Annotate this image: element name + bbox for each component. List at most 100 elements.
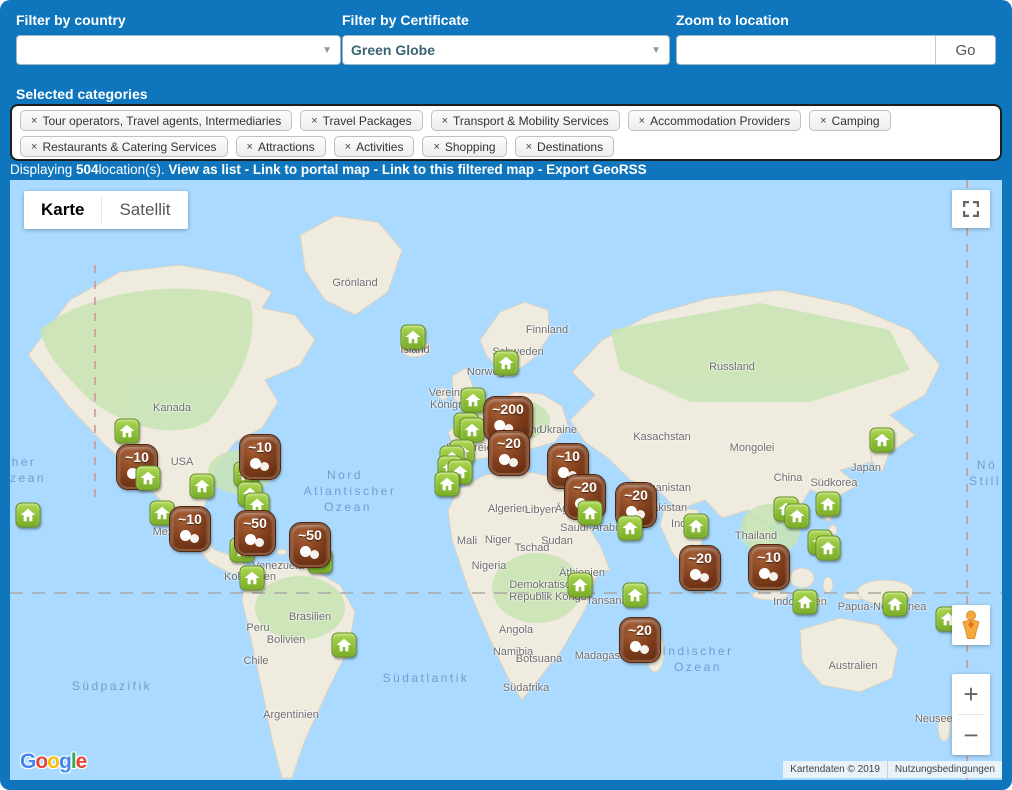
cluster-count-label: ~20: [628, 622, 652, 639]
location-marker[interactable]: [816, 536, 841, 561]
house-icon: [120, 425, 135, 438]
house-icon: [337, 639, 352, 652]
category-tag-label: Shopping: [445, 140, 496, 154]
remove-tag-icon[interactable]: ×: [526, 141, 532, 153]
remove-tag-icon[interactable]: ×: [442, 115, 448, 127]
category-tag[interactable]: × Transport & Mobility Services: [431, 110, 620, 131]
remove-tag-icon[interactable]: ×: [820, 115, 826, 127]
location-marker[interactable]: [870, 428, 895, 453]
location-marker[interactable]: [461, 388, 486, 413]
fullscreen-button[interactable]: [952, 190, 990, 228]
country-select[interactable]: ▼: [16, 35, 341, 65]
status-link[interactable]: Export GeoRSS: [546, 162, 647, 177]
location-marker[interactable]: [332, 633, 357, 658]
zoom-to-location-label: Zoom to location: [676, 12, 996, 28]
map-copyright: Kartendaten © 2019: [783, 761, 887, 778]
category-tag[interactable]: × Restaurants & Catering Services: [20, 136, 228, 157]
pegman-button[interactable]: [952, 605, 990, 645]
location-marker[interactable]: [883, 592, 908, 617]
category-tag[interactable]: ×Attractions: [236, 136, 326, 157]
zoom-control: + −: [952, 674, 990, 755]
location-marker[interactable]: [190, 474, 215, 499]
chevron-down-icon: ▼: [322, 45, 332, 56]
house-icon: [195, 480, 210, 493]
terms-of-use-link[interactable]: Nutzungsbedingungen: [887, 761, 1002, 778]
google-logo-letter: e: [76, 750, 87, 773]
cluster-count-label: ~20: [624, 487, 648, 504]
status-count: 504: [76, 162, 99, 177]
category-tag[interactable]: × Tour operators, Travel agents, Intermed…: [20, 110, 292, 131]
cluster-dots-icon: [700, 573, 709, 582]
cluster-count-label: ~10: [757, 549, 781, 566]
status-suffix: location(s).: [99, 162, 169, 177]
remove-tag-icon[interactable]: ×: [31, 141, 37, 153]
house-icon: [798, 596, 813, 609]
status-link[interactable]: Link to portal map: [253, 162, 370, 177]
category-tag[interactable]: ×Travel Packages: [300, 110, 422, 131]
location-marker[interactable]: [16, 503, 41, 528]
location-marker[interactable]: [578, 501, 603, 526]
category-tag[interactable]: × Accommodation Providers: [628, 110, 802, 131]
status-link[interactable]: Link to this filtered map: [382, 162, 534, 177]
status-link[interactable]: View as list: [168, 162, 241, 177]
location-marker[interactable]: [684, 514, 709, 539]
category-tag-label: Tour operators, Travel agents, Intermedi…: [42, 114, 281, 128]
cluster-marker[interactable]: ~20: [680, 546, 720, 590]
location-marker[interactable]: [623, 583, 648, 608]
location-marker[interactable]: [785, 504, 810, 529]
location-marker[interactable]: [115, 419, 140, 444]
cluster-dots-icon: [260, 462, 269, 471]
category-tag[interactable]: ×Activities: [334, 136, 415, 157]
house-icon: [406, 331, 421, 344]
cluster-marker[interactable]: ~20: [489, 431, 529, 475]
cluster-marker[interactable]: ~20: [620, 618, 660, 662]
category-tag[interactable]: × Shopping: [422, 136, 506, 157]
filters-row: Filter by country ▼ Filter by Certificat…: [10, 12, 1002, 72]
house-icon: [623, 522, 638, 535]
filter-country-label: Filter by country: [16, 12, 341, 28]
category-tag[interactable]: ×Camping: [809, 110, 890, 131]
category-tag[interactable]: × Destinations: [515, 136, 614, 157]
map-type-satellit-button[interactable]: Satellit: [102, 191, 187, 229]
location-marker[interactable]: [793, 590, 818, 615]
category-tag-label: Restaurants & Catering Services: [42, 140, 216, 154]
location-marker[interactable]: [240, 566, 265, 591]
house-icon: [888, 598, 903, 611]
google-logo[interactable]: Google: [20, 750, 86, 774]
go-button[interactable]: Go: [935, 36, 995, 64]
cluster-count-label: ~20: [688, 550, 712, 567]
zoom-out-button[interactable]: −: [952, 715, 990, 755]
remove-tag-icon[interactable]: ×: [433, 141, 439, 153]
remove-tag-icon[interactable]: ×: [345, 141, 351, 153]
certificate-select[interactable]: Green Globe ▼: [342, 35, 670, 65]
location-marker[interactable]: [494, 351, 519, 376]
cluster-marker[interactable]: ~50: [290, 523, 330, 567]
category-tag-label: Destinations: [537, 140, 603, 154]
remove-tag-icon[interactable]: ×: [31, 115, 37, 127]
category-tag-label: Accommodation Providers: [650, 114, 790, 128]
location-marker[interactable]: [136, 466, 161, 491]
cluster-marker[interactable]: ~10: [170, 507, 210, 551]
remove-tag-icon[interactable]: ×: [247, 141, 253, 153]
cluster-marker[interactable]: ~50: [235, 511, 275, 555]
cluster-marker[interactable]: ~10: [749, 545, 789, 589]
cluster-dots-icon: [769, 572, 778, 581]
location-marker[interactable]: [618, 516, 643, 541]
location-marker[interactable]: [435, 472, 460, 497]
house-icon: [583, 507, 598, 520]
remove-tag-icon[interactable]: ×: [311, 115, 317, 127]
chevron-down-icon: ▼: [651, 45, 661, 56]
zoom-to-location-input[interactable]: [677, 36, 935, 64]
map-canvas[interactable]: KanadaUSAMexikoVenezuelaKolumbienPeruBra…: [10, 180, 1002, 780]
cluster-count-label: ~50: [243, 515, 267, 532]
category-tag-label: Transport & Mobility Services: [453, 114, 609, 128]
map-type-karte-button[interactable]: Karte: [24, 191, 101, 229]
google-logo-letter: g: [59, 750, 71, 773]
cluster-marker[interactable]: ~10: [240, 435, 280, 479]
zoom-in-button[interactable]: +: [952, 674, 990, 714]
location-marker[interactable]: [568, 573, 593, 598]
location-marker[interactable]: [816, 492, 841, 517]
location-marker[interactable]: [401, 325, 426, 350]
status-separator: -: [534, 162, 546, 177]
remove-tag-icon[interactable]: ×: [639, 115, 645, 127]
